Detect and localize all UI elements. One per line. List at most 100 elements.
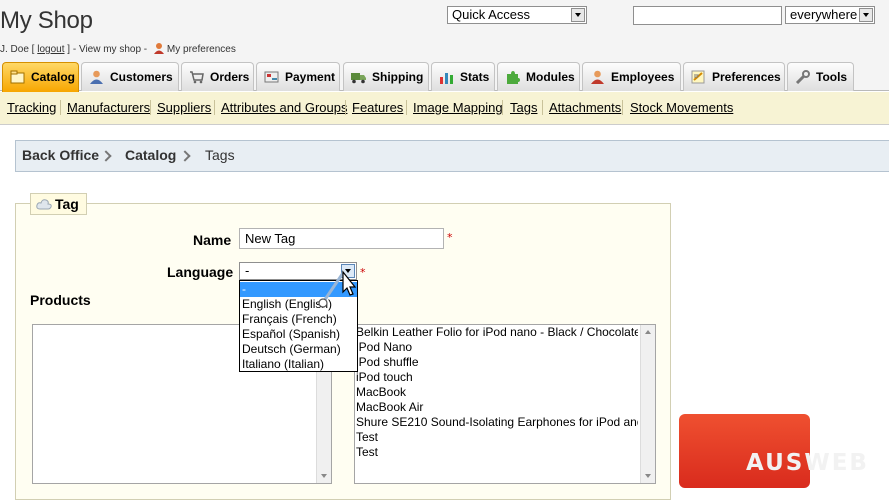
tab-label: Modules: [526, 70, 575, 84]
main-tabs: Catalog Customers Orders Payment Shippin…: [0, 62, 889, 92]
product-options: Belkin Leather Folio for iPod nano - Bla…: [356, 325, 638, 460]
chevron-down-icon: [571, 8, 585, 22]
customers-icon: [90, 70, 103, 84]
employees-icon: [591, 70, 604, 84]
breadcrumb: Back Office Catalog Tags: [15, 140, 889, 172]
tab-label: Catalog: [31, 70, 76, 84]
subnav-stock-movements[interactable]: Stock Movements: [630, 100, 733, 115]
tab-label: Orders: [210, 70, 250, 84]
tab-label: Payment: [285, 70, 336, 84]
language-label: Language: [167, 264, 234, 280]
list-item[interactable]: MacBook: [356, 385, 638, 400]
shop-title: My Shop: [0, 7, 93, 34]
tools-icon: [795, 70, 810, 84]
tab-customers[interactable]: Customers: [81, 62, 179, 91]
tab-orders[interactable]: Orders: [181, 62, 254, 91]
subnav-suppliers[interactable]: Suppliers: [157, 100, 211, 115]
my-preferences-link[interactable]: My preferences: [167, 44, 236, 55]
logo-text: AUSWEB: [746, 450, 869, 476]
chevron-right-icon: [100, 150, 112, 162]
required-mark: *: [447, 231, 453, 244]
chevron-right-icon: [179, 150, 191, 162]
preferences-icon: [691, 70, 705, 84]
scroll-up-icon[interactable]: [645, 330, 651, 334]
name-label: Name: [193, 232, 232, 248]
tab-label: Tools: [816, 70, 848, 84]
modules-icon: [507, 71, 520, 84]
name-field[interactable]: New Tag: [239, 228, 444, 249]
scrollbar[interactable]: [640, 325, 655, 483]
subnav-features[interactable]: Features: [352, 100, 403, 115]
subnav-divider: [406, 100, 407, 115]
quick-access-value: Quick Access: [452, 7, 531, 22]
available-products-viewport: Belkin Leather Folio for iPod nano - Bla…: [355, 324, 638, 482]
tab-preferences[interactable]: Preferences: [683, 62, 785, 91]
breadcrumb-back-office[interactable]: Back Office: [22, 141, 99, 170]
search-scope-value: everywhere: [790, 7, 858, 22]
tab-catalog[interactable]: Catalog: [2, 62, 79, 92]
logout-link[interactable]: logout: [37, 44, 64, 55]
user-icon: [153, 43, 164, 54]
shipping-icon: [351, 73, 366, 84]
user-name: J. Doe: [0, 44, 29, 55]
legend-label: Tag: [55, 196, 79, 212]
list-item[interactable]: iPod shuffle: [356, 355, 638, 370]
tab-tools[interactable]: Tools: [787, 62, 854, 91]
subnav-divider: [622, 100, 623, 115]
fieldset-legend: Tag: [30, 193, 87, 215]
language-option-spanish[interactable]: Español (Spanish): [240, 327, 357, 342]
list-item[interactable]: Shure SE210 Sound-Isolating Earphones fo…: [356, 415, 638, 430]
language-option-french[interactable]: Français (French): [240, 312, 357, 327]
subnav-divider: [345, 100, 346, 115]
tab-label: Employees: [611, 70, 675, 84]
scroll-down-icon[interactable]: [321, 474, 327, 478]
subnav-divider: [60, 100, 61, 115]
quick-access-select[interactable]: Quick Access: [447, 6, 587, 24]
tab-payment[interactable]: Payment: [256, 62, 340, 91]
scroll-down-icon[interactable]: [645, 474, 651, 478]
subnav-divider: [150, 100, 151, 115]
catalog-icon: [10, 70, 25, 84]
tab-label: Shipping: [372, 70, 424, 84]
tab-shipping[interactable]: Shipping: [343, 62, 429, 91]
list-item[interactable]: iPod touch: [356, 370, 638, 385]
language-option-italian[interactable]: Italiano (Italian): [240, 357, 357, 372]
search-scope-select[interactable]: everywhere: [785, 6, 875, 24]
breadcrumb-catalog[interactable]: Catalog: [125, 141, 176, 170]
language-value: -: [245, 263, 250, 278]
tab-label: Preferences: [712, 70, 781, 84]
breadcrumb-current: Tags: [205, 147, 235, 163]
search-input[interactable]: [633, 6, 782, 25]
orders-icon: [190, 71, 204, 84]
subnav-tracking[interactable]: Tracking: [7, 100, 56, 115]
list-item[interactable]: Test: [356, 430, 638, 445]
subnav-manufacturers[interactable]: Manufacturers: [67, 100, 150, 115]
view-shop-link[interactable]: View my shop: [79, 44, 141, 55]
chevron-down-icon: [859, 8, 873, 22]
stats-icon: [440, 73, 453, 84]
subnav-tags[interactable]: Tags: [510, 100, 537, 115]
subnav-divider: [214, 100, 215, 115]
tab-employees[interactable]: Employees: [582, 62, 681, 91]
mouse-cursor-icon: [318, 270, 357, 308]
catalog-subnav: Tracking Manufacturers Suppliers Attribu…: [0, 92, 889, 125]
list-item[interactable]: Test: [356, 445, 638, 460]
subnav-attachments[interactable]: Attachments: [549, 100, 621, 115]
tab-label: Customers: [110, 70, 173, 84]
required-mark: *: [360, 266, 366, 279]
user-line: J. Doe [ logout ] - View my shop - My pr…: [0, 43, 236, 55]
list-item[interactable]: Belkin Leather Folio for iPod nano - Bla…: [356, 325, 638, 340]
subnav-divider: [542, 100, 543, 115]
subnav-image-mapping[interactable]: Image Mapping: [413, 100, 503, 115]
tab-stats[interactable]: Stats: [431, 62, 495, 91]
tab-modules[interactable]: Modules: [497, 62, 580, 91]
subnav-attributes-groups[interactable]: Attributes and Groups: [221, 100, 347, 115]
list-item[interactable]: MacBook Air: [356, 400, 638, 415]
products-label: Products: [30, 292, 91, 308]
list-item[interactable]: iPod Nano: [356, 340, 638, 355]
payment-icon: [264, 71, 279, 83]
header: My Shop J. Doe [ logout ] - View my shop…: [0, 0, 889, 62]
language-option-german[interactable]: Deutsch (German): [240, 342, 357, 357]
cloud-icon: [36, 199, 52, 210]
subnav-divider: [502, 100, 503, 115]
